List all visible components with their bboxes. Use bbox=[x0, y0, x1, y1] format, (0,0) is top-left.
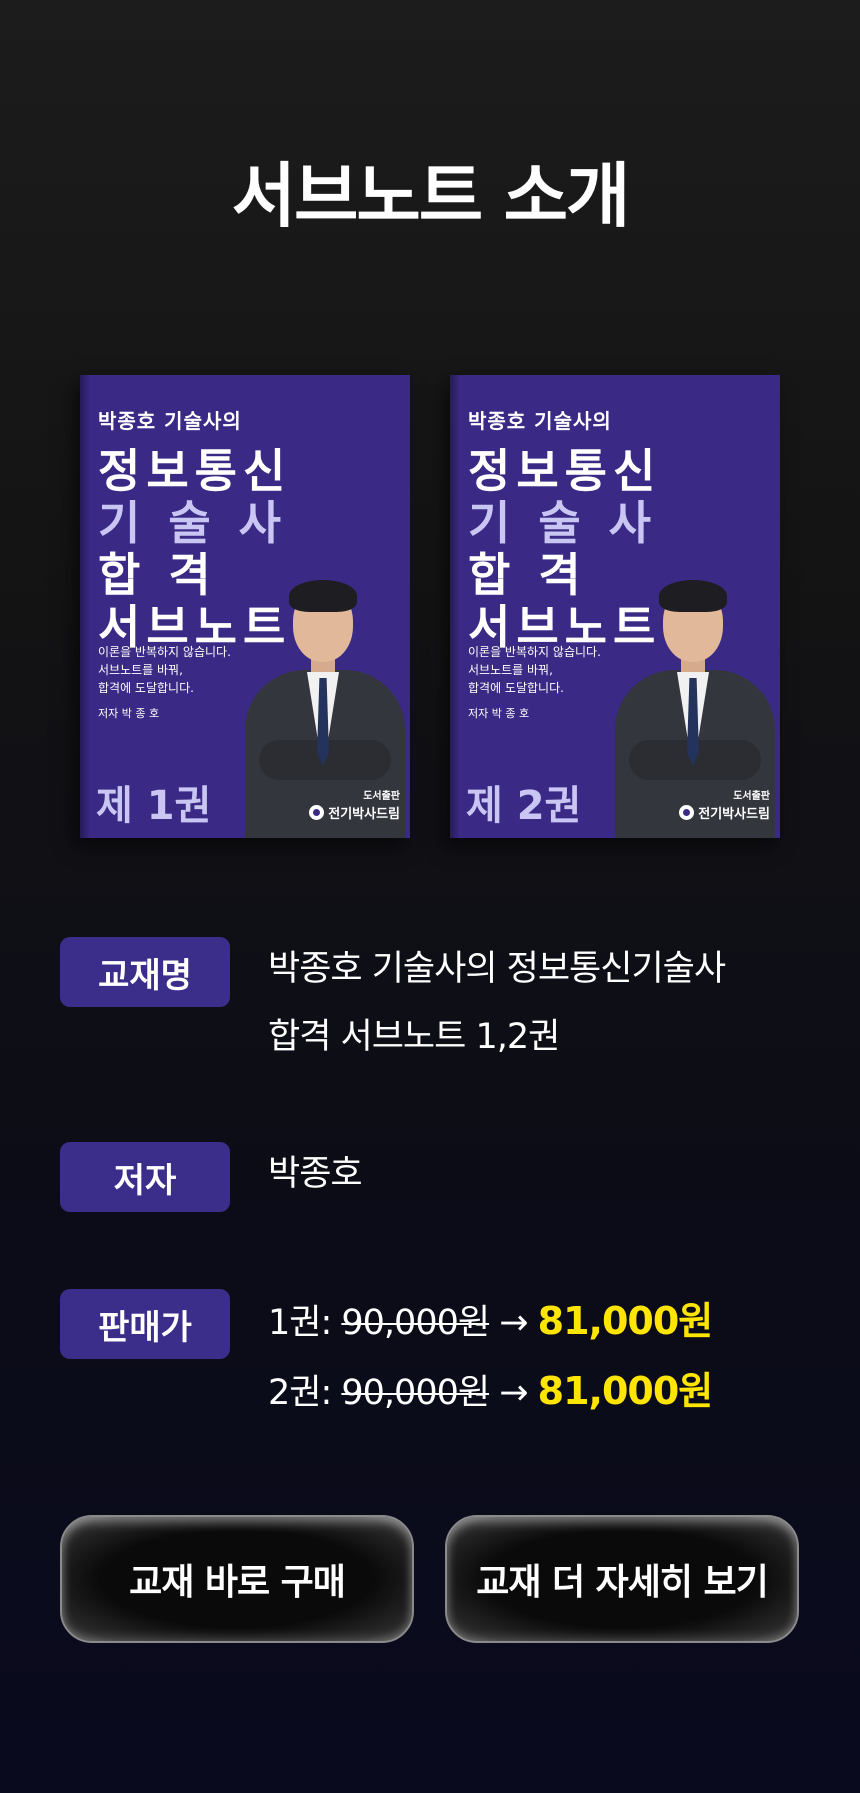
price-volume: 2권: bbox=[268, 1373, 342, 1413]
book-name-value: 박종호 기술사의 정보통신기술사 합격 서브노트 1,2권 bbox=[268, 949, 726, 1057]
publisher-logo-icon bbox=[309, 805, 325, 820]
publisher: 전기박사드림 bbox=[679, 803, 770, 822]
price-line: 1권: 90,000원 → 81,000원 bbox=[268, 1287, 714, 1357]
price-volume: 1권: bbox=[268, 1303, 342, 1343]
original-price: 90,000원 bbox=[341, 1373, 490, 1413]
book-volume: 제 1권 bbox=[96, 783, 212, 829]
sale-price: 81,000원 bbox=[537, 1369, 714, 1413]
publisher-label: 도서출판 bbox=[733, 791, 770, 802]
view-details-button[interactable]: 교재 더 자세히 보기 bbox=[445, 1515, 799, 1643]
sale-price: 81,000원 bbox=[537, 1299, 714, 1343]
label-badge: 교재명 bbox=[60, 937, 230, 1007]
buy-book-button[interactable]: 교재 바로 구매 bbox=[60, 1515, 414, 1643]
author-portrait bbox=[605, 478, 780, 838]
book-cover-volume-2: 박종호 기술사의 정보통신 기 술 사 합 격 서브노트 이론을 반복하지 않습… bbox=[450, 375, 780, 838]
publisher: 전기박사드림 bbox=[309, 803, 400, 822]
book-title-line: 합 격 bbox=[98, 548, 217, 602]
author-value: 박종호 bbox=[268, 1154, 363, 1194]
publisher-name: 전기박사드림 bbox=[328, 807, 400, 822]
book-subtitle: 박종호 기술사의 bbox=[468, 409, 612, 433]
page-title: 서브노트 소개 bbox=[231, 155, 631, 237]
book-volume: 제 2권 bbox=[466, 783, 582, 829]
book-blurb: 이론을 반복하지 않습니다. 서브노트를 바꿔, 합격에 도달합니다. bbox=[468, 645, 601, 695]
book-author: 저자 박 종 호 bbox=[468, 707, 530, 720]
book-blurb: 이론을 반복하지 않습니다. 서브노트를 바꿔, 합격에 도달합니다. bbox=[98, 645, 231, 695]
author-portrait bbox=[235, 478, 410, 838]
publisher-label: 도서출판 bbox=[363, 791, 400, 802]
arrow-icon: → bbox=[489, 1303, 538, 1343]
publisher-logo-icon bbox=[679, 805, 695, 820]
label-badge: 저자 bbox=[60, 1142, 230, 1212]
publisher-name: 전기박사드림 bbox=[698, 807, 770, 822]
price-list: 1권: 90,000원 → 81,000원 2권: 90,000원 → 81,0… bbox=[268, 1287, 714, 1427]
book-cover-volume-1: 박종호 기술사의 정보통신 기 술 사 합 격 서브노트 이론을 반복하지 않습… bbox=[80, 375, 410, 838]
book-subtitle: 박종호 기술사의 bbox=[98, 409, 242, 433]
price-line: 2권: 90,000원 → 81,000원 bbox=[268, 1357, 714, 1427]
original-price: 90,000원 bbox=[341, 1303, 490, 1343]
book-title-line: 합 격 bbox=[468, 548, 587, 602]
arrow-icon: → bbox=[489, 1373, 538, 1413]
book-author: 저자 박 종 호 bbox=[98, 707, 160, 720]
label-badge: 판매가 bbox=[60, 1289, 230, 1359]
